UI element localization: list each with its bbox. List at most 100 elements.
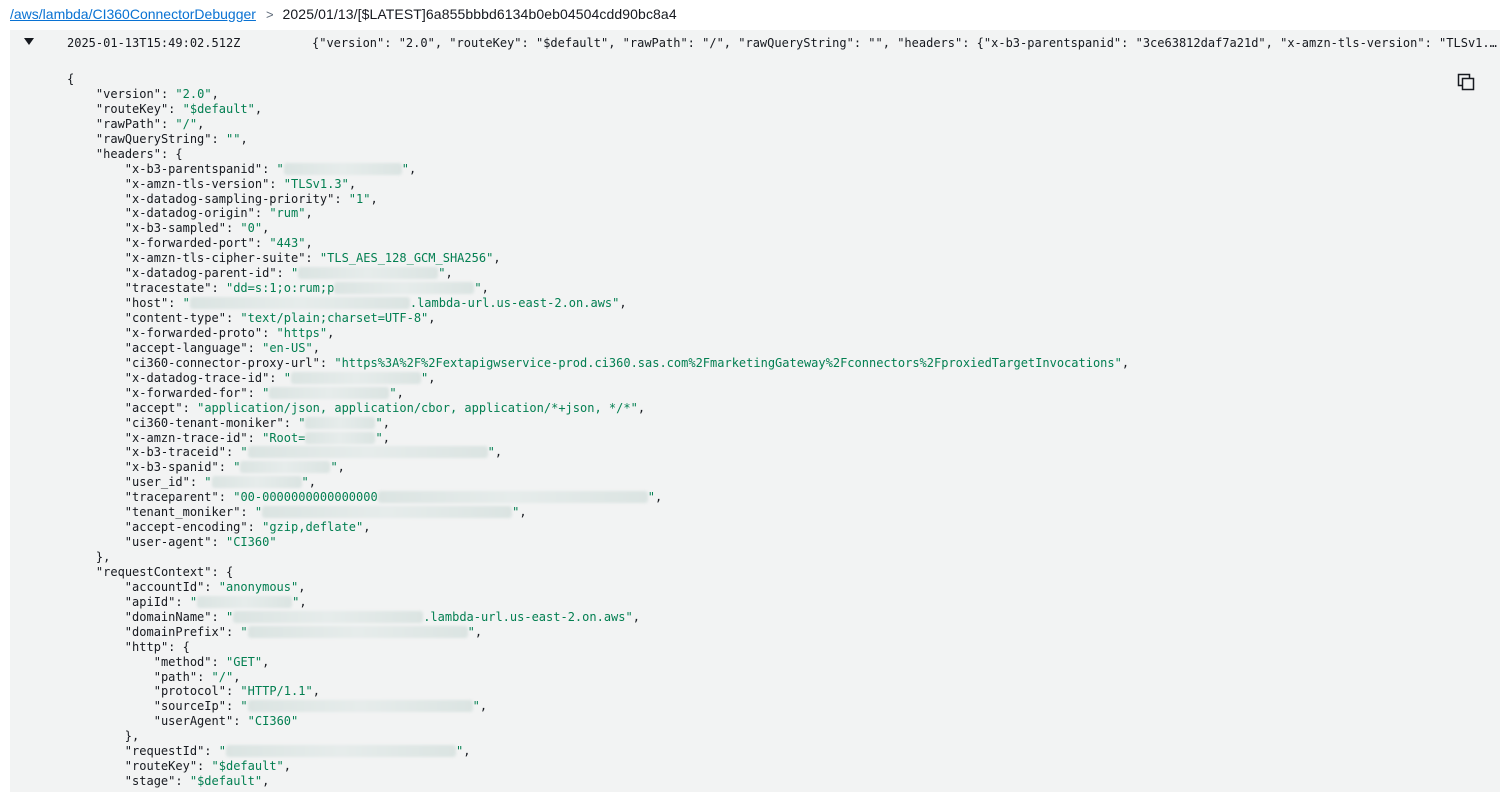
json-line: "x-forwarded-port": "443", <box>124 236 313 251</box>
json-line: "sourceIp": " ", <box>153 699 488 714</box>
json-value: "TLSv1.3" <box>283 176 349 191</box>
json-value: "en-US" <box>262 340 313 355</box>
redacted-value <box>197 595 293 608</box>
json-key: x-b3-sampled <box>132 221 219 236</box>
json-value: "443" <box>269 236 306 251</box>
json-line: "ci360-tenant-moniker": " ", <box>124 415 390 430</box>
json-line: "x-b3-parentspanid": " ", <box>124 161 417 176</box>
json-value-text: dd=s:1;o:rum;p <box>233 281 335 296</box>
redacted-value <box>211 476 302 489</box>
json-value: "HTTP/1.1" <box>240 684 313 699</box>
json-value-text: 00-0000000000000000 <box>240 490 378 505</box>
json-value: "GET" <box>225 654 263 669</box>
json-line: "accept-language": "en-US", <box>124 340 320 355</box>
json-value: "" <box>291 266 446 281</box>
json-key: x-forwarded-for <box>132 385 241 400</box>
json-key: accountId <box>132 579 198 594</box>
json-key: routeKey <box>103 101 161 116</box>
json-value: "CI360" <box>247 714 299 729</box>
json-value: "$default" <box>211 759 284 774</box>
json-key: domainPrefix <box>132 624 219 639</box>
json-value: "" <box>240 445 495 460</box>
json-key: accept-encoding <box>132 520 241 535</box>
json-value-text: / <box>218 669 226 684</box>
redacted-value <box>305 431 376 444</box>
json-line: "tracestate": "dd=s:1;o:rum;p ", <box>124 281 489 296</box>
json-line: "x-forwarded-proto": "https", <box>124 325 335 340</box>
json-key: version <box>103 86 154 101</box>
json-key: routeKey <box>132 759 190 774</box>
json-line: "user_id": " ", <box>124 475 316 490</box>
json-key: headers <box>103 146 154 161</box>
json-line: "method": "GET", <box>153 654 270 669</box>
json-line: "headers": { <box>95 146 183 161</box>
copy-icon[interactable] <box>1456 72 1476 92</box>
json-line: "x-datadog-parent-id": " ", <box>124 266 453 281</box>
json-value-text: 0 <box>247 221 255 236</box>
json-value: "1" <box>348 191 371 206</box>
log-event-panel: 2025-01-13T15:49:02.512Z {"version": "2.… <box>10 30 1500 792</box>
json-key: x-b3-spanid <box>132 460 212 475</box>
json-line: "x-b3-sampled": "0", <box>124 221 270 236</box>
json-line: "domainName": " .lambda-url.us-east-2.on.… <box>124 609 640 624</box>
redacted-value <box>298 267 439 280</box>
json-key: sourceIp <box>160 699 219 714</box>
json-line: "host": " .lambda-url.us-east-2.on.aws", <box>124 296 627 311</box>
json-line: "protocol": "HTTP/1.1", <box>153 684 320 699</box>
json-punctuation: { <box>67 72 75 86</box>
json-key: traceparent <box>132 490 212 505</box>
json-value: "application/json, application/cbor, app… <box>197 400 638 415</box>
json-value-suffix: .lambda-url.us-east-2.on.aws <box>409 296 613 311</box>
redacted-value <box>240 461 331 474</box>
breadcrumb-log-group-link[interactable]: /aws/lambda/CI360ConnectorDebugger <box>10 6 256 22</box>
json-line: "routeKey": "$default", <box>95 101 263 116</box>
json-key: user-agent <box>132 535 205 550</box>
log-event-row[interactable]: 2025-01-13T15:49:02.512Z {"version": "2.… <box>10 30 1500 56</box>
json-line: "rawQueryString": "", <box>95 131 248 146</box>
json-value-text: $default <box>189 101 248 116</box>
json-value: "gzip,deflate" <box>262 520 364 535</box>
json-key: accept <box>132 400 176 415</box>
json-key: rawPath <box>103 116 154 131</box>
json-key: x-datadog-sampling-priority <box>132 191 328 206</box>
json-key: user_id <box>132 475 183 490</box>
json-key: method <box>160 654 205 669</box>
json-key: ci360-tenant-moniker <box>132 415 277 430</box>
json-line: "accept": "application/json, application… <box>124 400 646 415</box>
caret-down-icon[interactable] <box>24 38 34 45</box>
redacted-value <box>283 162 402 175</box>
redacted-value <box>233 610 424 623</box>
redacted-value <box>377 491 648 504</box>
json-value-text: Root= <box>269 430 306 445</box>
json-value: "Root= " <box>262 430 383 445</box>
json-line: "accountId": "anonymous", <box>124 579 306 594</box>
redacted-value <box>225 745 456 758</box>
json-line: "x-datadog-origin": "rum", <box>124 206 313 221</box>
json-key: userAgent <box>160 714 226 729</box>
json-value: "https" <box>276 325 328 340</box>
json-value-text: 1 <box>356 191 364 206</box>
breadcrumb: /aws/lambda/CI360ConnectorDebugger > 202… <box>10 0 1490 28</box>
json-value: "" <box>276 161 410 176</box>
json-line: "x-b3-spanid": " ", <box>124 460 345 475</box>
event-timestamp: 2025-01-13T15:49:02.512Z <box>67 36 241 50</box>
json-value-text: 443 <box>276 236 299 251</box>
json-line: }, <box>67 729 1129 744</box>
json-key: rawQueryString <box>103 131 205 146</box>
json-value-text: CI360 <box>233 535 270 550</box>
json-value: "" <box>283 370 429 385</box>
json-line: "rawPath": "/", <box>95 116 205 131</box>
json-value-text: / <box>182 116 190 131</box>
json-line: }, <box>67 550 1129 565</box>
json-key: requestContext <box>103 564 205 579</box>
json-key: x-forwarded-port <box>132 236 248 251</box>
json-line: "ci360-connector-proxy-url": "https%3A%2… <box>124 355 1130 370</box>
json-line: "x-b3-traceid": " ", <box>124 445 503 460</box>
json-value: "CI360" <box>225 535 277 550</box>
json-value: "" <box>262 385 397 400</box>
json-key: x-amzn-tls-cipher-suite <box>132 251 299 266</box>
json-value: "rum" <box>269 206 306 221</box>
json-punctuation: }, <box>124 729 140 744</box>
json-value: "anonymous" <box>218 579 299 594</box>
json-line: "path": "/", <box>153 669 241 684</box>
